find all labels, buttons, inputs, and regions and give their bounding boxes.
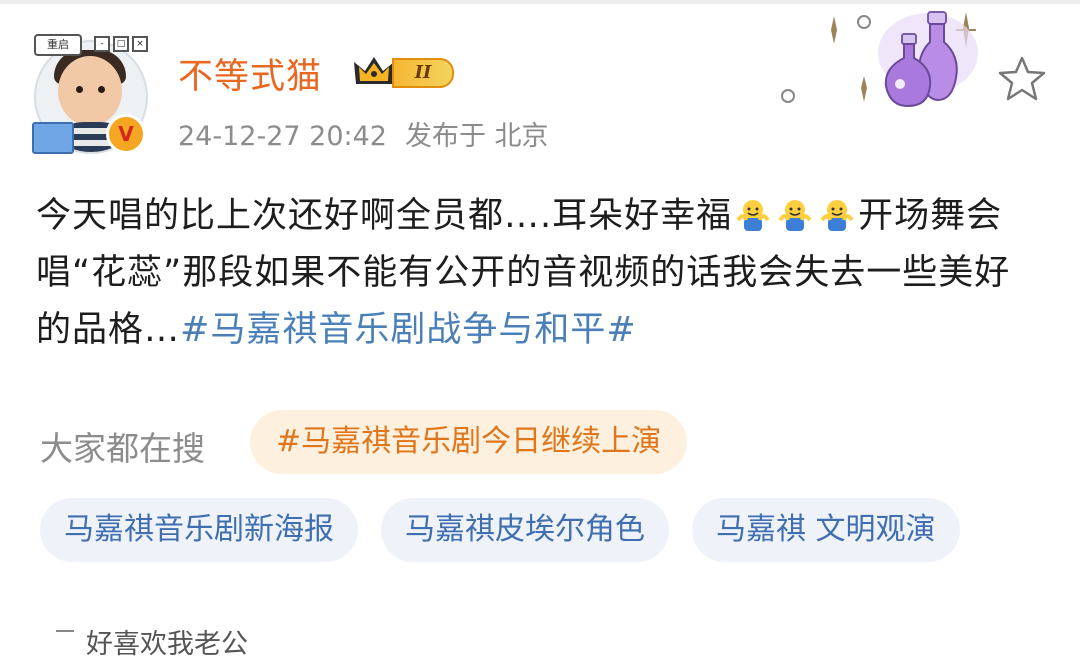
hug-emoji-icon (820, 200, 854, 231)
search-chip[interactable]: 马嘉祺 文明观演 (692, 498, 960, 562)
window-frame-icon: 重启 - □ × (30, 34, 148, 56)
divider (56, 630, 74, 632)
related-search-chips: 马嘉祺音乐剧新海报 马嘉祺皮埃尔角色 马嘉祺 文明观演 (40, 498, 960, 562)
member-level-badge[interactable]: II (352, 52, 460, 90)
favorite-star-icon[interactable] (996, 54, 1048, 102)
top-divider (0, 0, 1080, 4)
verified-badge-icon: V (106, 114, 146, 154)
post-text-part1: 今天唱的比上次还好啊全员都….耳朵好幸福 (36, 196, 733, 236)
hot-search-chip[interactable]: #马嘉祺音乐剧今日继续上演 (250, 410, 688, 474)
hug-emoji-icon (778, 200, 812, 231)
trending-search-label: 大家都在搜 (40, 429, 205, 468)
next-post-preview[interactable]: 好喜欢我老公 (86, 622, 248, 661)
post-meta: 24-12-27 20:42 发布于 北京 (178, 114, 567, 153)
hug-emoji-icon (736, 200, 770, 231)
search-chip[interactable]: 马嘉祺音乐剧新海报 (40, 498, 358, 562)
user-avatar[interactable]: 重启 - □ × V (30, 34, 148, 154)
topic-link[interactable]: #马嘉祺音乐剧战争与和平# (180, 310, 637, 350)
crown-icon (354, 57, 394, 84)
post-location: 发布于 北京 (404, 121, 549, 152)
folder-icon (32, 122, 74, 154)
potion-decoration-icon (781, 11, 978, 108)
post-timestamp: 24-12-27 20:42 (178, 121, 387, 152)
post-body: 今天唱的比上次还好啊全员都….耳朵好幸福 开场舞会唱“花蕊”那段如果不能有公开的音… (36, 188, 1046, 359)
level-label: II (392, 58, 454, 88)
username[interactable]: 不等式猫 (178, 48, 322, 99)
search-chip[interactable]: 马嘉祺皮埃尔角色 (381, 498, 669, 562)
